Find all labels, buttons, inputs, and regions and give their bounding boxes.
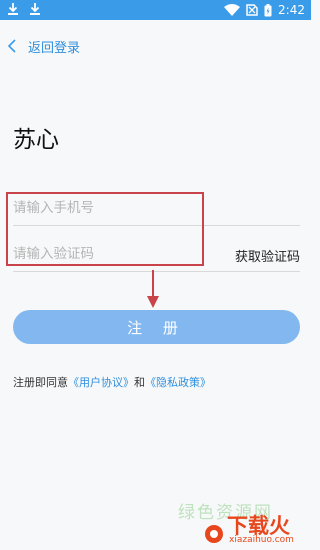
- battery-charging-icon: [264, 3, 272, 16]
- back-to-login-link[interactable]: 返回登录: [6, 36, 80, 56]
- watermark-domain: xiazaihuo.com: [229, 535, 294, 545]
- status-icons: 2:42: [224, 2, 305, 18]
- no-sim-icon: [246, 4, 258, 16]
- download-icon: [8, 3, 18, 15]
- download-icon: [30, 3, 40, 15]
- privacy-policy-link[interactable]: 《隐私政策》: [145, 376, 211, 389]
- agreement-text: 注册即同意《用户协议》和《隐私政策》: [13, 374, 211, 390]
- annotation-arrow-icon: [147, 270, 159, 308]
- wifi-icon: [224, 4, 241, 16]
- status-bar: 2:42: [0, 0, 311, 20]
- user-agreement-link[interactable]: 《用户协议》: [68, 376, 134, 389]
- app-name-title: 苏心: [13, 127, 59, 153]
- agreement-prefix: 注册即同意: [13, 376, 68, 389]
- get-code-button[interactable]: 获取验证码: [235, 246, 300, 265]
- chevron-left-icon: [7, 39, 16, 53]
- status-time: 2:42: [278, 3, 305, 17]
- back-to-login-label: 返回登录: [28, 40, 81, 56]
- agreement-and: 和: [134, 376, 145, 389]
- annotation-highlight-box: [6, 192, 204, 266]
- register-button[interactable]: 注 册: [13, 310, 300, 344]
